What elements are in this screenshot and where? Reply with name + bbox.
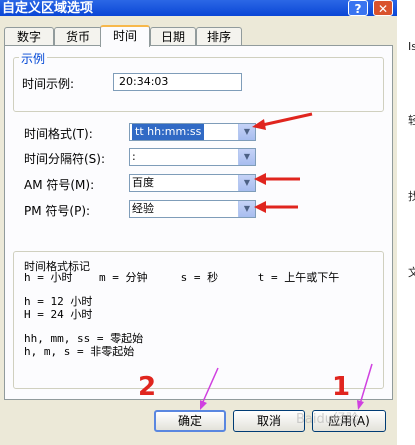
chevron-down-icon[interactable]: ▼ <box>238 201 255 217</box>
notation-line-3: H = 24 小时 <box>24 308 93 321</box>
annotation-number-1: 1 <box>332 372 351 402</box>
window-title: 自定义区域选项 <box>2 1 94 16</box>
time-format-label: 时间格式(T): <box>24 127 93 141</box>
notation-group: 时间格式标记 h = 小时 m = 分钟 s = 秒 t = 上午或下午 h =… <box>13 251 384 389</box>
close-button[interactable]: ✕ <box>373 0 393 16</box>
sample-group: 示例 时间示例: 20:34:03 <box>13 50 384 112</box>
side-text-3: 找 <box>408 190 415 203</box>
chevron-down-icon[interactable]: ▼ <box>238 175 255 191</box>
am-symbol-label: AM 符号(M): <box>24 178 95 192</box>
side-text-4: 文 <box>408 266 415 279</box>
time-format-combo[interactable]: tt hh:mm:ss ▼ <box>129 123 256 141</box>
title-bar: 自定义区域选项 ? ✕ <box>0 0 397 16</box>
time-panel: 示例 时间示例: 20:34:03 时间格式(T): tt hh:mm:ss ▼… <box>4 45 393 400</box>
annotation-number-2: 2 <box>138 372 157 402</box>
notation-line-5: h, m, s = 非零起始 <box>24 345 135 358</box>
pm-symbol-value: 经验 <box>132 202 154 215</box>
cancel-button[interactable]: 取消 <box>233 410 305 432</box>
tab-time[interactable]: 时间 <box>100 25 150 47</box>
chevron-down-icon[interactable]: ▼ <box>238 149 255 165</box>
sample-value: 20:34:03 <box>113 73 242 91</box>
watermark: Baidu经验 <box>296 412 359 427</box>
am-symbol-combo[interactable]: 百度 ▼ <box>129 174 256 192</box>
help-button[interactable]: ? <box>348 0 368 16</box>
notation-line-1: h = 小时 m = 分钟 s = 秒 t = 上午或下午 <box>24 271 340 284</box>
sample-label: 时间示例: <box>22 77 75 91</box>
am-symbol-value: 百度 <box>132 176 154 189</box>
tab-number[interactable]: 数字 <box>4 27 54 46</box>
time-format-value: tt hh:mm:ss <box>132 124 205 140</box>
notation-line-2: h = 12 小时 <box>24 295 93 308</box>
separator-label: 时间分隔符(S): <box>24 152 106 166</box>
separator-value: : <box>132 150 136 163</box>
notation-line-4: hh, mm, ss = 零起始 <box>24 332 144 345</box>
tab-sort[interactable]: 排序 <box>196 27 242 46</box>
help-icon: ? <box>354 2 362 16</box>
pm-symbol-label: PM 符号(P): <box>24 204 91 218</box>
sample-legend: 示例 <box>19 50 48 67</box>
background-window-strip <box>397 0 415 445</box>
side-text-1: Is <box>408 40 415 53</box>
tab-currency[interactable]: 货币 <box>54 27 102 46</box>
ok-button[interactable]: 确定 <box>154 410 226 432</box>
close-icon: ✕ <box>377 2 389 16</box>
pm-symbol-combo[interactable]: 经验 ▼ <box>129 200 256 218</box>
side-text-2: 轻 <box>408 114 415 127</box>
tab-date[interactable]: 日期 <box>150 27 196 46</box>
separator-combo[interactable]: : ▼ <box>129 148 256 166</box>
chevron-down-icon[interactable]: ▼ <box>238 124 255 140</box>
